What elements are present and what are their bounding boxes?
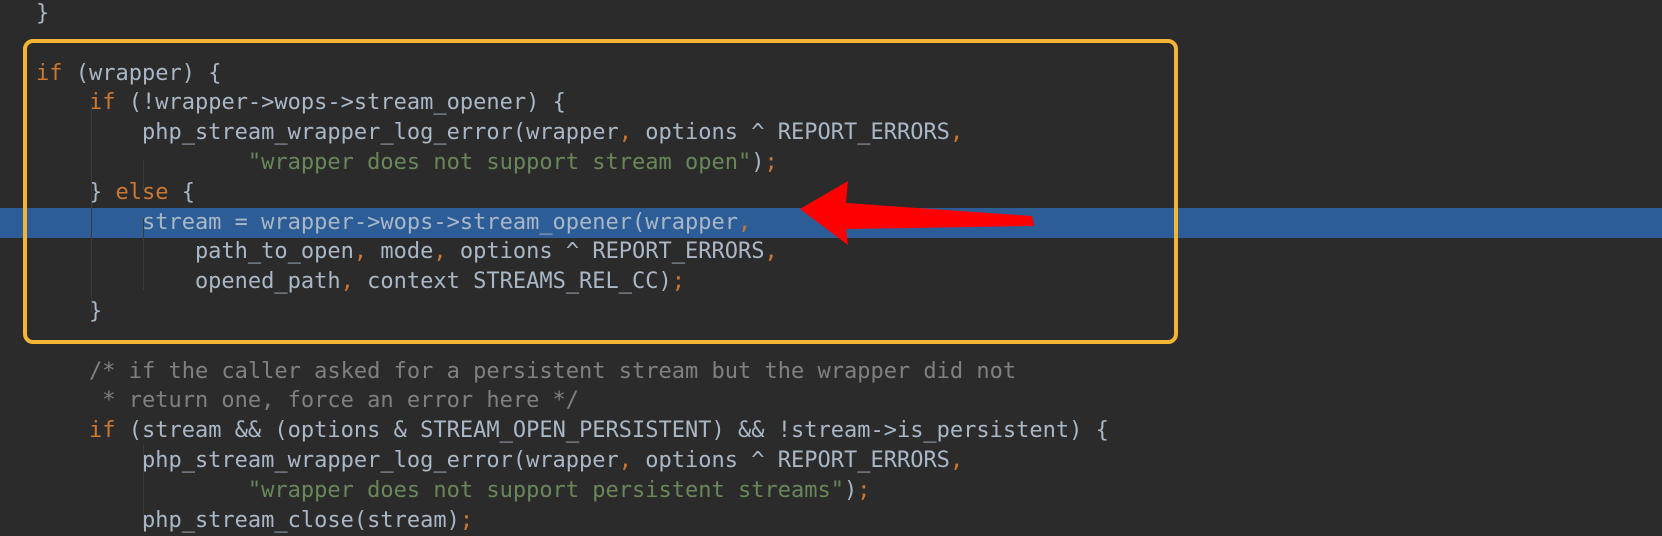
code-token: , xyxy=(618,120,633,146)
code-token: ) xyxy=(843,477,858,503)
code-line[interactable]: if (!wrapper->wops->stream_opener) { xyxy=(0,88,1662,118)
indent-guide xyxy=(143,445,144,528)
code-token: options ^ REPORT_ERRORS xyxy=(446,239,765,265)
code-token: else xyxy=(115,179,169,205)
code-line-text: php_stream_close(stream); xyxy=(36,506,473,536)
code-line[interactable]: php_stream_wrapper_log_error(wrapper, op… xyxy=(0,446,1662,476)
code-line[interactable] xyxy=(0,327,1662,357)
code-line-text: if (wrapper) { xyxy=(36,59,221,89)
code-token: /* if the caller asked for a persistent … xyxy=(36,358,1017,384)
code-line[interactable]: php_stream_wrapper_log_error(wrapper, op… xyxy=(0,118,1662,148)
code-line-text: } xyxy=(36,0,49,29)
code-token: if xyxy=(36,90,116,116)
indent-guide xyxy=(143,160,144,190)
code-token: (!wrapper->wops->stream_opener) { xyxy=(115,90,566,116)
indent-guide xyxy=(91,104,92,312)
code-token: if xyxy=(36,60,63,86)
code-line-text: /* if the caller asked for a persistent … xyxy=(36,357,1016,387)
code-token: , xyxy=(738,209,752,235)
code-token: php_stream_close(stream) xyxy=(36,507,460,533)
code-line[interactable]: /* if the caller asked for a persistent … xyxy=(0,357,1662,387)
code-line-text: if (!wrapper->wops->stream_opener) { xyxy=(36,88,566,118)
code-token: , xyxy=(949,120,964,146)
code-token: ; xyxy=(857,477,871,503)
code-line[interactable]: path_to_open, mode, options ^ REPORT_ERR… xyxy=(0,237,1662,267)
code-token: * return one, force an error here */ xyxy=(36,388,580,414)
indent-guide xyxy=(143,218,144,290)
code-line[interactable]: } xyxy=(0,297,1662,327)
code-token: ; xyxy=(671,269,686,295)
code-line[interactable]: * return one, force an error here */ xyxy=(0,386,1662,416)
code-line[interactable]: if (stream && (options & STREAM_OPEN_PER… xyxy=(0,416,1662,446)
code-token: php_stream_wrapper_log_error(wrapper xyxy=(36,448,619,473)
code-line-text: path_to_open, mode, options ^ REPORT_ERR… xyxy=(36,237,778,267)
code-token: } xyxy=(36,1,50,26)
code-token: } xyxy=(36,299,103,324)
code-token: } xyxy=(36,179,116,205)
code-token: options ^ REPORT_ERRORS xyxy=(632,448,950,473)
code-line[interactable]: "wrapper does not support persistent str… xyxy=(0,476,1662,506)
code-token: ; xyxy=(764,150,778,175)
code-line-text: php_stream_wrapper_log_error(wrapper, op… xyxy=(36,446,963,476)
code-token: "wrapper does not support persistent str… xyxy=(247,477,844,503)
code-line[interactable]: } else { xyxy=(0,178,1662,208)
code-token: opened_path xyxy=(36,269,341,295)
code-line-current[interactable]: stream = wrapper->wops->stream_opener(wr… xyxy=(0,207,1662,238)
code-token: , xyxy=(618,448,633,473)
code-token: (wrapper) { xyxy=(62,60,222,86)
code-line[interactable]: opened_path, context STREAMS_REL_CC); xyxy=(0,267,1662,297)
code-token: ) xyxy=(751,150,765,175)
code-line[interactable]: } xyxy=(0,0,1662,29)
code-line-text: if (stream && (options & STREAM_OPEN_PER… xyxy=(36,416,1109,446)
code-token: , xyxy=(340,269,354,295)
code-line-text: opened_path, context STREAMS_REL_CC); xyxy=(36,267,685,297)
code-line[interactable]: php_stream_close(stream); xyxy=(0,506,1662,536)
code-line[interactable]: "wrapper does not support stream open"); xyxy=(0,148,1662,178)
code-token: mode xyxy=(367,239,434,265)
code-token: context STREAMS_REL_CC) xyxy=(353,269,672,295)
code-token: options ^ REPORT_ERRORS xyxy=(632,120,950,146)
code-token: ; xyxy=(459,507,474,533)
code-line-text: * return one, force an error here */ xyxy=(36,386,579,416)
code-token: stream = wrapper->wops->stream_opener(wr… xyxy=(36,209,738,235)
code-token: , xyxy=(433,239,447,265)
code-token: if xyxy=(36,418,116,444)
code-line-text: php_stream_wrapper_log_error(wrapper, op… xyxy=(36,118,963,148)
code-token: "wrapper does not support stream open" xyxy=(247,150,752,175)
code-line[interactable]: if (wrapper) { xyxy=(0,59,1662,89)
code-token: , xyxy=(353,239,368,265)
code-token: (stream && (options & STREAM_OPEN_PERSIS… xyxy=(115,418,1109,444)
code-token: php_stream_wrapper_log_error(wrapper xyxy=(36,120,619,146)
code-line-text: } else { xyxy=(36,178,195,208)
code-editor[interactable]: } if (wrapper) { if (!wrapper->wops->stre… xyxy=(0,0,1662,533)
code-token: path_to_open xyxy=(36,239,354,265)
code-line[interactable] xyxy=(0,29,1662,59)
code-line-text: "wrapper does not support persistent str… xyxy=(36,476,871,506)
code-token: , xyxy=(949,448,964,473)
code-token: , xyxy=(764,239,778,265)
code-token: { xyxy=(168,179,195,205)
code-line-text: } xyxy=(36,297,102,327)
code-line-text: "wrapper does not support stream open"); xyxy=(36,148,778,178)
